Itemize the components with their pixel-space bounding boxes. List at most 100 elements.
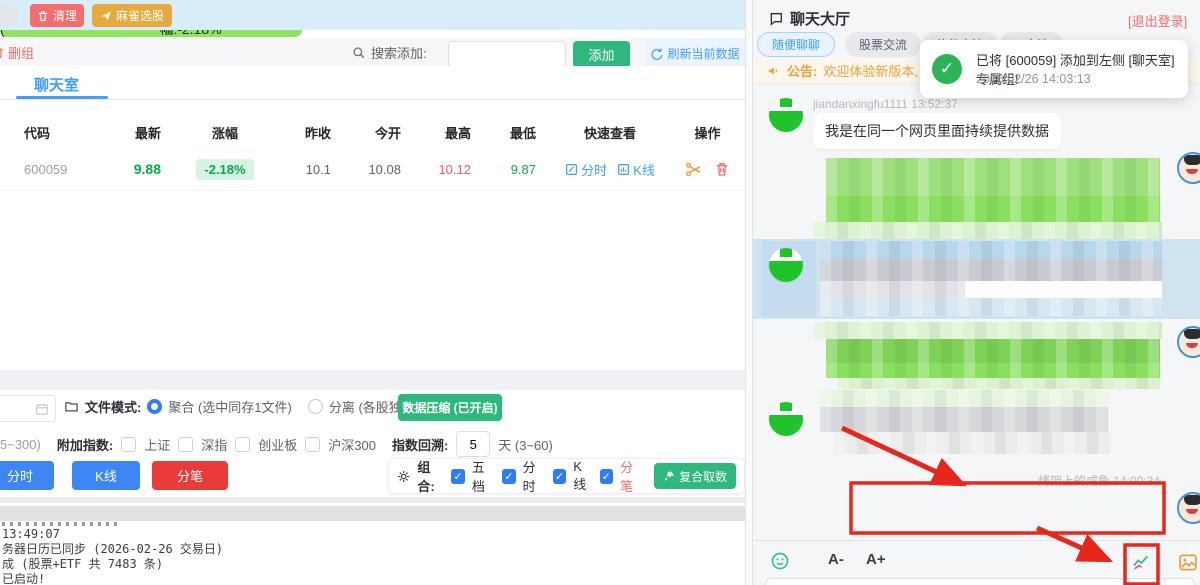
- checkbox-combo-level5[interactable]: ✓: [451, 469, 465, 484]
- user-avatar[interactable]: [769, 98, 803, 132]
- logout-link[interactable]: [退出登录]: [1128, 11, 1187, 30]
- search-add-label: 搜索添加:: [371, 43, 427, 62]
- refresh-data-button[interactable]: 刷新当前数据: [645, 38, 745, 68]
- file-mode-group: 文件模式: 聚合 (选中同存1文件) 分离 (各股独立文件): [64, 397, 445, 416]
- delete-group-button[interactable]: 删组: [0, 43, 34, 62]
- chinext-label[interactable]: 创业板: [258, 435, 297, 454]
- clean-button[interactable]: 清理: [30, 4, 84, 27]
- header-code: 代码: [0, 123, 90, 142]
- quick-minute-link[interactable]: 分时: [565, 160, 607, 179]
- log-console: 13:49:07 务器日历已同步 (2026-02-26 交易日) 成 (股票+…: [2, 521, 742, 585]
- composite-fetch-button[interactable]: 复合取数: [654, 463, 736, 489]
- font-larger-button[interactable]: A+: [866, 551, 886, 568]
- header-prev-close: 昨收: [275, 123, 345, 142]
- range-partial-text: 5~300): [0, 437, 41, 452]
- checkbox-combo-tick[interactable]: ✓: [600, 469, 614, 484]
- bird-icon: [100, 10, 112, 22]
- trash-icon: [0, 46, 5, 59]
- refresh-icon: [650, 47, 663, 60]
- stock-code: 600059: [0, 162, 90, 177]
- panel-resizer[interactable]: [745, 0, 753, 585]
- font-smaller-button[interactable]: A-: [828, 551, 844, 568]
- checkbox-combo-minute[interactable]: ✓: [502, 469, 516, 484]
- radio-split-mode[interactable]: [308, 399, 323, 414]
- user-avatar[interactable]: [769, 248, 803, 282]
- scissors-icon[interactable]: [685, 161, 702, 178]
- combo-fetch-card: 组合: ✓ 五档 ✓ 分时 ✓ K线 ✓ 分笔 复合取数: [388, 458, 745, 494]
- refresh-button-label: 刷新当前数据: [667, 45, 739, 62]
- toast-timestamp: 2026/02/26 14:03:13: [976, 72, 1091, 86]
- redacted-row: [965, 281, 1162, 298]
- line-chart-icon[interactable]: [1131, 553, 1152, 573]
- quick-view-cell: 分时 K线: [550, 160, 670, 179]
- checkbox-shenzhen[interactable]: [178, 437, 193, 452]
- change-badge: -2.18%: [196, 159, 253, 180]
- group-tab-bar: [0, 66, 745, 100]
- toolbar-divider: [753, 540, 1200, 541]
- announcement-text: 欢迎体验新版本,: [823, 61, 918, 80]
- chat-input-box[interactable]: [765, 578, 1195, 585]
- checkbox-shanghai[interactable]: [121, 437, 136, 452]
- stock-last-price: 9.88: [90, 161, 175, 177]
- add-button[interactable]: 添加: [573, 41, 630, 68]
- image-icon[interactable]: [1178, 553, 1198, 572]
- delete-row-icon[interactable]: [714, 161, 730, 177]
- stock-change-cell: -2.18%: [175, 159, 275, 180]
- combo-level5-label[interactable]: 五档: [472, 457, 495, 495]
- minute-chart-icon: [565, 163, 578, 176]
- tab-chatroom-group[interactable]: 聊天室: [34, 74, 79, 95]
- stock-open: 10.08: [345, 162, 415, 177]
- index-options-row: 5~300) 附加指数: 上证 深指 创业板 沪深300 指数回溯: 天 (3~…: [0, 431, 553, 457]
- message-username: 烤架上的咸鱼 14:00:34: [1020, 472, 1160, 489]
- stock-high: 10.12: [415, 162, 485, 177]
- combo-minute-label[interactable]: 分时: [523, 457, 546, 495]
- combo-kline-label[interactable]: K线: [573, 459, 592, 493]
- backtrack-days-input[interactable]: [456, 431, 490, 457]
- redacted-message: [820, 390, 1108, 407]
- radio-merge-mode[interactable]: [147, 399, 162, 414]
- combo-label: 组合:: [417, 457, 444, 495]
- collapsed-strip: [0, 506, 745, 521]
- merge-mode-label[interactable]: 聚合 (选中同存1文件): [168, 397, 292, 416]
- search-input[interactable]: [448, 41, 566, 67]
- hs300-label[interactable]: 沪深300: [328, 435, 376, 454]
- checkbox-hs300[interactable]: [305, 437, 320, 452]
- backtrack-unit: 天 (3~60): [498, 435, 553, 454]
- chat-bubble-icon: [768, 11, 784, 27]
- calendar-icon: [35, 402, 49, 416]
- kline-fetch-button[interactable]: K线: [72, 461, 140, 490]
- log-line: 已启动!: [2, 572, 742, 585]
- stock-table-header: 代码 最新 涨幅 昨收 今开 最高 最低 快速查看 操作: [0, 116, 745, 148]
- tick-fetch-button[interactable]: 分笔: [152, 461, 228, 490]
- checkbox-combo-kline[interactable]: ✓: [553, 469, 567, 484]
- redacted-message: [814, 322, 1162, 339]
- clean-button-label: 清理: [53, 7, 77, 24]
- actions-cell: [670, 161, 745, 178]
- tab-stock-chat[interactable]: 股票交流: [845, 32, 921, 57]
- header-change: 涨幅: [175, 123, 275, 142]
- header-high: 最高: [415, 123, 485, 142]
- emoji-icon[interactable]: [770, 551, 790, 571]
- app-window: 清理 麻雀选股 删组 搜索添加: 添加 刷新当前数据 聊天室 代码 最新 涨幅 …: [0, 0, 1200, 585]
- sparrow-button-label: 麻雀选股: [116, 7, 164, 24]
- checkbox-chinext[interactable]: [235, 437, 250, 452]
- quick-kline-link[interactable]: K线: [617, 160, 655, 179]
- composite-fetch-label: 复合取数: [679, 468, 727, 485]
- shenzhen-label[interactable]: 深指: [201, 435, 227, 454]
- header-low: 最低: [485, 123, 550, 142]
- stock-table-row: 600059 9.88 -2.18% 10.1 10.08 10.12 9.87…: [0, 150, 745, 188]
- tab-casual-chat[interactable]: 随便聊聊: [757, 32, 835, 57]
- combo-tick-label[interactable]: 分笔: [620, 457, 643, 495]
- redacted-message: [838, 378, 1160, 389]
- compress-toggle-button[interactable]: 数据压缩 (已开启): [398, 394, 502, 421]
- search-icon: [352, 46, 366, 60]
- folder-icon: [64, 399, 79, 414]
- minute-fetch-button[interactable]: 分时: [0, 461, 54, 490]
- redacted-message: [820, 407, 1108, 432]
- shanghai-label[interactable]: 上证: [144, 435, 170, 454]
- date-input[interactable]: [0, 395, 56, 422]
- sparrow-stock-picker-button[interactable]: 麻雀选股: [92, 4, 172, 27]
- user-avatar[interactable]: [769, 402, 803, 436]
- redacted-message: [826, 196, 1160, 222]
- redacted-row: [820, 241, 1162, 259]
